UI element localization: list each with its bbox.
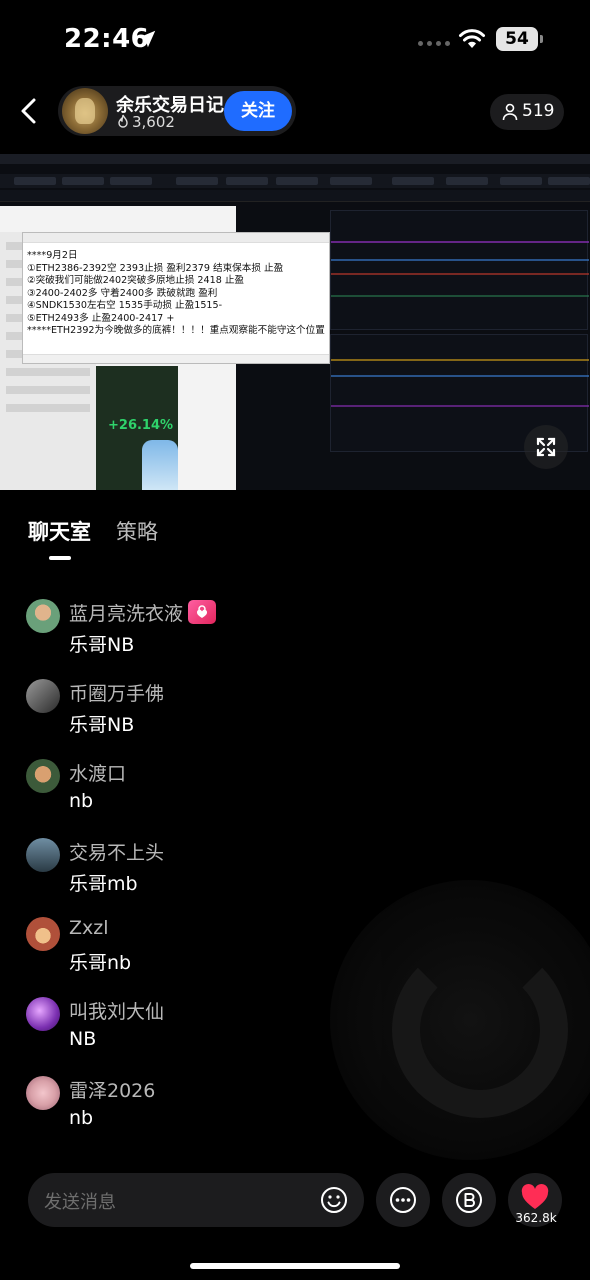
ticker-bar xyxy=(0,174,590,188)
notepad-line: *****ETH2392为今晚做多的底裤！！！！重点观察能不能守这个位置 xyxy=(27,325,325,336)
message-input[interactable]: 发送消息 xyxy=(28,1173,364,1227)
fullscreen-icon xyxy=(536,437,556,457)
user-icon xyxy=(502,103,518,121)
message-username[interactable]: 币圈万手佛 xyxy=(69,679,164,706)
message-username[interactable]: 叫我刘大仙 xyxy=(69,997,164,1024)
avatar[interactable] xyxy=(26,997,60,1031)
tab-strategy[interactable]: 策略 xyxy=(116,516,158,546)
avatar[interactable] xyxy=(26,1076,60,1110)
avatar[interactable] xyxy=(26,759,60,793)
emoji-icon[interactable] xyxy=(320,1186,348,1214)
heart-icon xyxy=(521,1184,549,1209)
coin-button[interactable] xyxy=(442,1173,496,1227)
notepad-line: ②突破我们可能做2402突破多原地止损 2418 止盈 xyxy=(27,275,245,286)
message-text: 乐哥mb xyxy=(69,873,138,895)
chart-pane-top xyxy=(330,210,589,330)
fire-icon xyxy=(118,114,128,128)
chart-toolbar xyxy=(0,190,590,202)
avatar[interactable] xyxy=(26,679,60,713)
viewer-count: 519 xyxy=(522,101,555,121)
profit-percent: +26.14% xyxy=(108,418,174,433)
chat-message: 蓝月亮洗衣液 乐哥NB xyxy=(26,599,566,669)
message-username[interactable]: 水渡口 xyxy=(69,759,126,786)
trading-window-titlebar xyxy=(0,154,590,164)
notepad-window: ****9月2日 ①ETH2386-2392空 2393止损 盈利2379 结束… xyxy=(22,232,330,364)
bitcoin-icon xyxy=(456,1187,482,1213)
message-text: 乐哥NB xyxy=(69,714,135,736)
chat-message: 水渡口 nb xyxy=(26,759,566,829)
avatar[interactable] xyxy=(26,838,60,872)
chat-message: 币圈万手佛 乐哥NB xyxy=(26,679,566,749)
host-heat: 3,602 xyxy=(132,113,175,131)
home-indicator[interactable] xyxy=(190,1263,400,1269)
chat-message: 交易不上头 乐哥mb xyxy=(26,838,566,908)
badge-heart-icon xyxy=(188,600,216,624)
message-text: NB xyxy=(69,1028,97,1050)
message-username[interactable]: 雷泽2026 xyxy=(69,1076,155,1103)
message-username[interactable]: Zxzl xyxy=(69,917,109,939)
message-username[interactable]: 交易不上头 xyxy=(69,838,164,865)
chat-message: 叫我刘大仙 NB xyxy=(26,997,566,1067)
notepad-line: ⑤ETH2493多 止盈2400-2417 + xyxy=(27,312,175,324)
back-icon[interactable] xyxy=(16,96,42,126)
battery-indicator: 54 xyxy=(496,27,543,51)
more-icon xyxy=(390,1187,416,1213)
message-input-placeholder: 发送消息 xyxy=(44,1192,116,1213)
avatar[interactable] xyxy=(26,599,60,633)
wifi-icon xyxy=(459,29,485,48)
message-text: nb xyxy=(69,1107,94,1129)
live-video[interactable]: +26.14% ****9月2日 ①ETH2386-2392空 2393止损 盈… xyxy=(0,154,590,490)
trade-screenshot: +26.14% xyxy=(96,366,178,490)
like-count: 362.8k xyxy=(515,1211,557,1225)
message-text: nb xyxy=(69,790,94,812)
message-username[interactable]: 蓝月亮洗衣液 xyxy=(69,599,183,626)
viewer-count-pill[interactable]: 519 xyxy=(490,94,564,130)
notepad-line: ③2400-2402多 守着2400多 跌破就跑 盈利 xyxy=(27,287,218,299)
player-image xyxy=(142,440,178,490)
more-button[interactable] xyxy=(376,1173,430,1227)
message-text: 乐哥NB xyxy=(69,634,135,656)
fullscreen-button[interactable] xyxy=(524,425,568,469)
message-text: 乐哥nb xyxy=(69,952,132,974)
notepad-text: ****9月2日 ①ETH2386-2392空 2393止损 盈利2379 结束… xyxy=(27,250,325,338)
chat-message: Zxzl 乐哥nb xyxy=(26,917,566,987)
notepad-statusbar xyxy=(23,354,329,363)
host-info[interactable]: 余乐交易日记 3,602 关注 xyxy=(58,86,296,136)
notepad-line: ④SNDK1530左右空 1535手动损 止盈1515- xyxy=(27,300,223,311)
chat-message: 雷泽2026 nb xyxy=(26,1076,566,1146)
host-avatar[interactable] xyxy=(62,88,108,134)
notepad-titlebar xyxy=(23,233,329,243)
notepad-line: ****9月2日 xyxy=(27,250,78,261)
signal-dots-icon xyxy=(418,41,450,46)
location-icon xyxy=(138,30,156,48)
status-bar: 22:46 54 xyxy=(0,0,590,80)
tab-chat[interactable]: 聊天室 xyxy=(28,516,91,546)
notepad-line: ①ETH2386-2392空 2393止损 盈利2379 结束保本损 止盈 xyxy=(27,262,284,274)
tab-indicator xyxy=(49,556,71,560)
follow-button[interactable]: 关注 xyxy=(224,91,292,131)
avatar[interactable] xyxy=(26,917,60,951)
